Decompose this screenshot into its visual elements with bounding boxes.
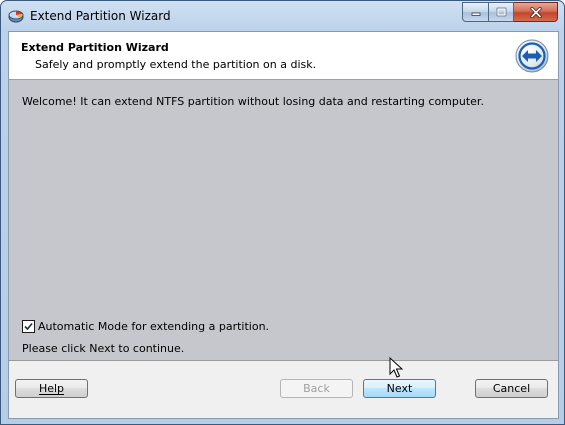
app-icon — [8, 10, 24, 23]
checkmark-icon — [24, 322, 33, 331]
continue-text: Please click Next to continue. — [22, 342, 185, 355]
wizard-window: Extend Partition Wizard Extend Partition… — [0, 0, 565, 425]
help-button[interactable]: Help — [15, 379, 88, 398]
auto-mode-label[interactable]: Automatic Mode for extending a partition… — [38, 320, 269, 333]
auto-mode-row[interactable]: Automatic Mode for extending a partition… — [22, 320, 269, 333]
help-button-label: Help — [38, 382, 65, 395]
back-button[interactable]: Back — [280, 379, 353, 398]
auto-mode-checkbox[interactable] — [22, 320, 35, 333]
window-title: Extend Partition Wizard — [30, 9, 171, 23]
next-button[interactable]: Next — [363, 379, 436, 398]
minimize-button[interactable] — [462, 2, 489, 22]
maximize-icon — [496, 7, 506, 17]
close-button[interactable] — [514, 2, 558, 22]
close-icon — [529, 6, 542, 18]
next-button-label: Next — [386, 382, 413, 395]
maximize-button[interactable] — [489, 2, 514, 22]
header-title: Extend Partition Wizard — [21, 41, 169, 54]
header-subtitle: Safely and promptly extend the partition… — [35, 58, 317, 71]
title-bar[interactable]: Extend Partition Wizard — [1, 1, 564, 31]
welcome-text: Welcome! It can extend NTFS partition wi… — [22, 95, 484, 108]
mouse-pointer-icon — [389, 357, 403, 378]
minimize-icon — [471, 12, 480, 16]
back-button-label: Back — [303, 382, 330, 395]
double-arrow-icon — [515, 39, 549, 73]
wizard-client-area: Extend Partition Wizard Safely and promp… — [8, 31, 559, 419]
cancel-button[interactable]: Cancel — [475, 379, 548, 398]
wizard-content-panel: Welcome! It can extend NTFS partition wi… — [9, 80, 558, 361]
caption-buttons — [462, 2, 558, 22]
wizard-header: Extend Partition Wizard Safely and promp… — [9, 32, 558, 80]
cancel-button-label: Cancel — [492, 382, 531, 395]
